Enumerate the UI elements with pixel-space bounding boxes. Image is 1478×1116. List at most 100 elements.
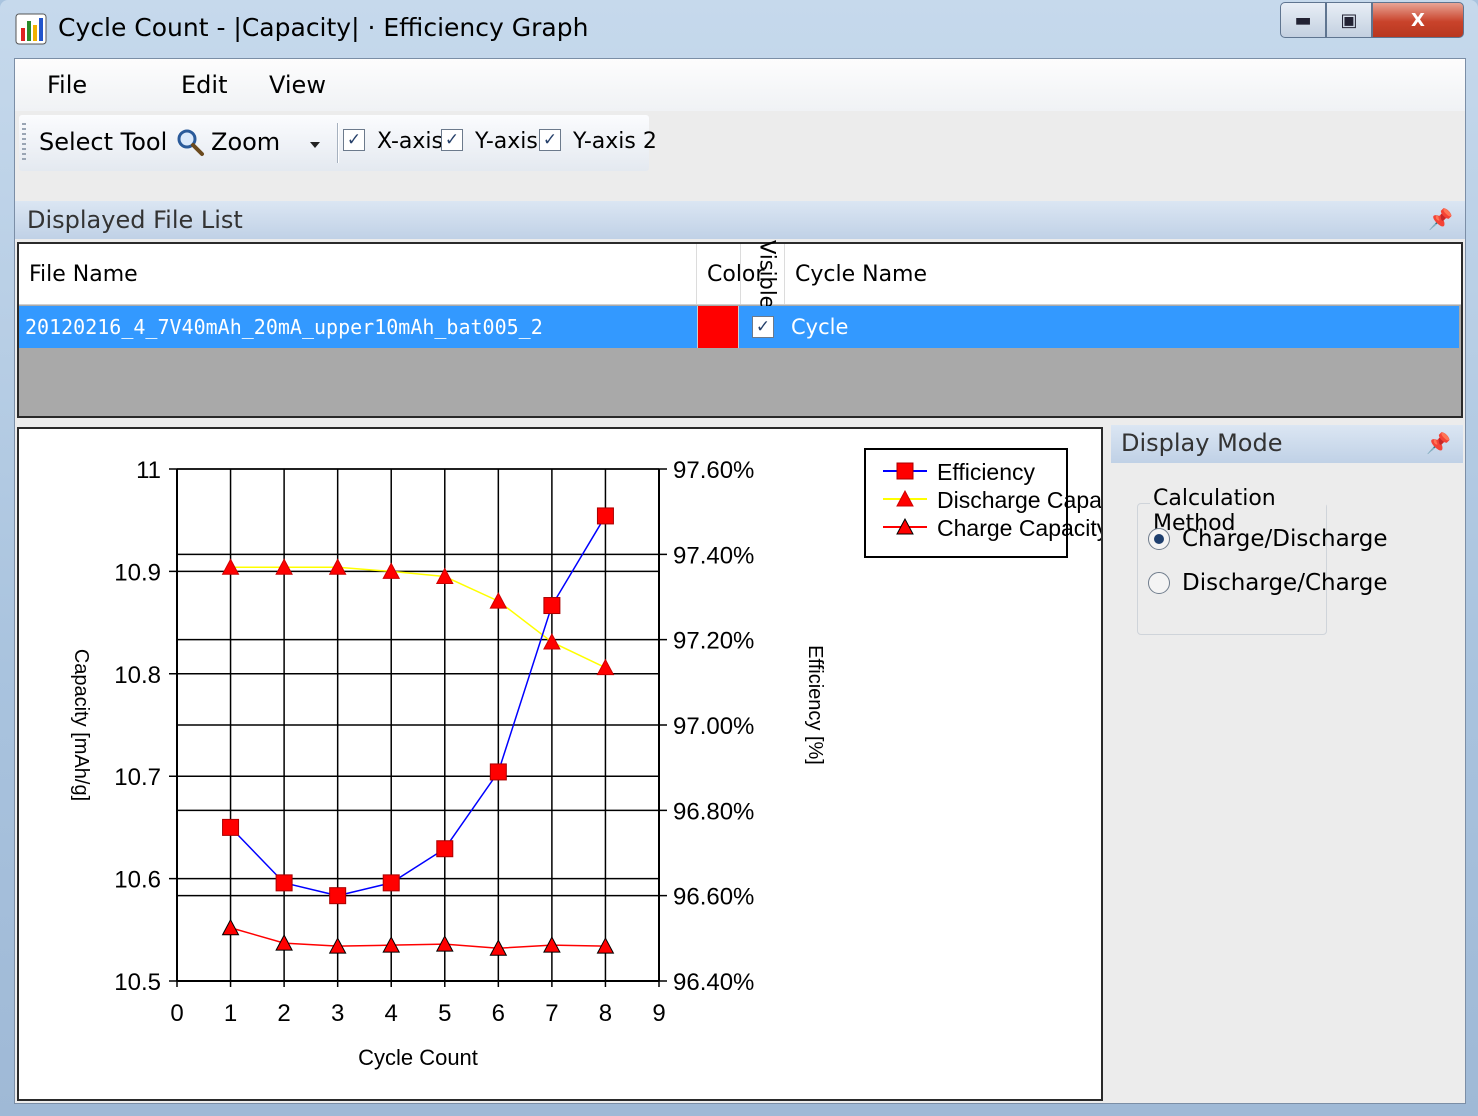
x-tick-label: 0: [170, 1000, 183, 1027]
capacity-point: [489, 592, 508, 609]
x-tick-label: 1: [224, 1000, 237, 1027]
chart-panel: 0 1 2 3 4 5 6 7 8 9 10.5 10.6 10.7 10.8 10.9 11 96.40% 96…: [17, 427, 1137, 1101]
x-tick-label: 4: [385, 1000, 398, 1027]
y2-tick-label: 97.20%: [673, 628, 754, 655]
x-tick-label: 5: [438, 1000, 451, 1027]
legend-marker: [896, 462, 914, 480]
x-tick-label: 6: [492, 1000, 505, 1027]
title-bar[interactable]: Cycle Count - |Capacity| · Efficiency Gr…: [0, 0, 1478, 56]
y-tick-label: 10.9: [114, 559, 161, 586]
menu-file[interactable]: File: [47, 71, 87, 99]
display-mode-title-bar: Display Mode 📌: [1111, 425, 1463, 463]
radio-label: Discharge/Charge: [1182, 570, 1388, 596]
y-tick-label: 10.5: [114, 969, 161, 996]
pin-icon[interactable]: 📌: [1426, 431, 1451, 455]
efficiency-point: [436, 840, 454, 858]
capacity-point: [543, 632, 561, 650]
magnifier-icon: [177, 129, 204, 156]
efficiency-point: [543, 597, 561, 615]
file-list-grid: File Name Color Visible Cycle Name 20120…: [17, 240, 1463, 418]
y2-tick-label: 96.80%: [673, 798, 754, 825]
x-axis-title: Cycle Count: [358, 1045, 478, 1070]
chart-svg: 0 1 2 3 4 5 6 7 8 9 10.5 10.6 10.7 10.8 10.9 11 96.40% 96…: [70, 448, 1137, 1070]
cell-file-name[interactable]: 20120216_4_7V40mAh_20mA_upper10mAh_bat00…: [19, 306, 695, 348]
y2-axis-title: Efficiency [%]: [804, 645, 826, 765]
checkmark-icon: ✓: [542, 130, 558, 150]
series-line: [230, 566, 606, 669]
cell-visible[interactable]: ✓: [741, 306, 785, 348]
file-list-panel-title: Displayed File List 📌: [15, 201, 1465, 239]
close-icon: X: [1411, 9, 1425, 31]
x-tick-label: 7: [545, 1000, 558, 1027]
y-axis-label: Y-axis: [475, 129, 538, 154]
y2-tick-label: 96.60%: [673, 884, 754, 911]
column-file-name[interactable]: File Name: [19, 244, 697, 304]
radio-discharge-charge[interactable]: Discharge/Charge: [1148, 570, 1387, 596]
cell-color-swatch[interactable]: [697, 306, 739, 348]
efficiency-point: [329, 887, 347, 905]
y2-tick-label: 97.40%: [673, 542, 754, 569]
column-color[interactable]: Color: [697, 244, 764, 304]
x-axis-label: X-axis: [377, 129, 443, 154]
capacity-point: [221, 918, 240, 936]
window-controls: ▬ ▣ X: [1280, 2, 1464, 38]
radio-charge-discharge[interactable]: Charge/Discharge: [1148, 526, 1387, 552]
checkmark-icon: ✓: [346, 130, 362, 150]
y2-tick-label: 97.60%: [673, 457, 754, 484]
tool-select-button[interactable]: Select Tool: [39, 128, 167, 156]
menu-edit[interactable]: Edit: [181, 71, 227, 99]
grid-header: File Name Color Visible Cycle Name: [19, 240, 1461, 308]
toolbar-grip[interactable]: [22, 123, 26, 163]
cell-cycle-name[interactable]: Cycle: [785, 306, 1459, 348]
legend-label: Charge Capacity: [937, 515, 1101, 541]
menu-view[interactable]: View: [269, 71, 326, 99]
maximize-button[interactable]: ▣: [1326, 2, 1372, 38]
legend-label: Efficiency: [937, 459, 1036, 485]
efficiency-point: [382, 874, 400, 892]
column-visible[interactable]: Visible: [741, 240, 785, 308]
visible-checkbox[interactable]: ✓: [752, 316, 774, 338]
efficiency-point: [275, 874, 293, 892]
x-axis-checkbox[interactable]: ✓: [343, 129, 365, 151]
efficiency-point: [596, 507, 614, 525]
y-tick-label: 10.6: [114, 867, 161, 894]
efficiency-point: [489, 763, 507, 781]
display-mode-panel: Display Mode 📌 Calculation Method Charge…: [1111, 425, 1463, 1101]
y-tick-label: 10.7: [114, 764, 161, 791]
app-chart-icon: [15, 13, 47, 45]
y2-tick-label: 96.40%: [673, 969, 754, 996]
y-axis2-label: Y-axis 2: [573, 129, 657, 154]
zoom-button[interactable]: Zoom: [211, 128, 280, 156]
window-frame: Cycle Count - |Capacity| · Efficiency Gr…: [0, 0, 1478, 1116]
pin-icon[interactable]: 📌: [1428, 207, 1453, 231]
efficiency-point: [222, 818, 240, 836]
capacity-point: [275, 934, 293, 951]
table-row[interactable]: 20120216_4_7V40mAh_20mA_upper10mAh_bat00…: [19, 306, 1459, 348]
calc-method-group: Calculation Method Charge/Discharge Disc…: [1137, 486, 1387, 635]
checkmark-icon: ✓: [444, 130, 460, 150]
radio-label: Charge/Discharge: [1182, 526, 1388, 552]
radio-button[interactable]: [1148, 572, 1170, 594]
minimize-button[interactable]: ▬: [1280, 2, 1326, 38]
x-tick-label: 3: [331, 1000, 344, 1027]
y-tick-label: 11: [136, 457, 161, 484]
y-axis-checkbox[interactable]: ✓: [441, 129, 463, 151]
y-tick-label: 10.8: [114, 662, 161, 689]
toolbar-separator: [337, 123, 338, 163]
capacity-point: [596, 658, 615, 676]
y2-tick-label: 97.00%: [673, 713, 754, 740]
x-tick-label: 2: [277, 1000, 290, 1027]
file-list-title: Displayed File List: [27, 206, 243, 234]
radio-button[interactable]: [1148, 528, 1170, 550]
display-mode-title: Display Mode: [1121, 429, 1283, 457]
close-button[interactable]: X: [1372, 2, 1464, 38]
client-area: File Edit View Select Tool Zoom ✓ X-axis…: [14, 58, 1466, 1104]
y-axis-title: Capacity [mAh/g]: [70, 649, 92, 801]
dropdown-arrow-icon[interactable]: [309, 141, 321, 149]
x-tick-label: 8: [599, 1000, 612, 1027]
column-cycle-name[interactable]: Cycle Name: [785, 244, 1461, 304]
menu-bar: File Edit View: [15, 59, 1465, 111]
x-tick-label: 9: [652, 1000, 665, 1027]
y-axis2-checkbox[interactable]: ✓: [539, 129, 561, 151]
legend-label: Discharge Capacity: [937, 487, 1101, 513]
